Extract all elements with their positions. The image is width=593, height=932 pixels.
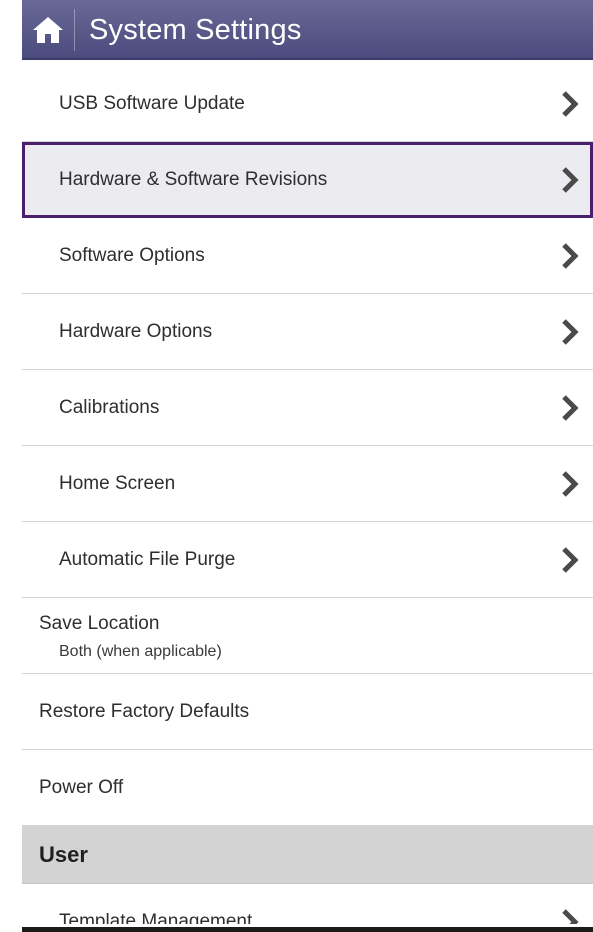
menu-item-label: Home Screen bbox=[59, 473, 176, 494]
save-location-value: Both (when applicable) bbox=[59, 643, 222, 660]
title-divider bbox=[74, 9, 75, 51]
menu-item-label: Hardware & Software Revisions bbox=[59, 169, 328, 190]
menu-item-home-screen[interactable]: Home Screen bbox=[22, 446, 593, 522]
menu-item-label: Hardware Options bbox=[59, 321, 213, 342]
chevron-right-icon bbox=[562, 394, 579, 421]
menu-item-restore-factory-defaults[interactable]: Restore Factory Defaults bbox=[22, 674, 593, 750]
bottom-edge-bar bbox=[22, 927, 593, 932]
menu-item-label: Calibrations bbox=[59, 397, 160, 418]
system-settings-screen: System Settings USB Software Update Hard… bbox=[0, 0, 593, 932]
page-title: System Settings bbox=[89, 13, 302, 46]
menu-item-software-options[interactable]: Software Options bbox=[22, 218, 593, 294]
save-location-label: Save Location bbox=[39, 613, 160, 634]
chevron-right-icon bbox=[562, 470, 579, 497]
menu-item-calibrations[interactable]: Calibrations bbox=[22, 370, 593, 446]
chevron-right-icon bbox=[562, 546, 579, 573]
menu-item-template-management[interactable]: Template Management bbox=[22, 884, 593, 924]
menu-item-label: Software Options bbox=[59, 245, 205, 266]
section-header-user: User bbox=[22, 826, 593, 884]
menu-item-label: Template Management bbox=[59, 911, 253, 924]
menu-item-label: Automatic File Purge bbox=[59, 549, 236, 570]
chevron-right-icon bbox=[562, 318, 579, 345]
section-header-label: User bbox=[39, 842, 88, 867]
menu-item-hardware-options[interactable]: Hardware Options bbox=[22, 294, 593, 370]
menu-item-label: USB Software Update bbox=[59, 93, 245, 114]
menu-item-label: Restore Factory Defaults bbox=[39, 701, 250, 722]
home-button[interactable] bbox=[22, 0, 74, 60]
menu-item-automatic-file-purge[interactable]: Automatic File Purge bbox=[22, 522, 593, 598]
title-bar: System Settings bbox=[22, 0, 593, 60]
chevron-right-icon bbox=[562, 90, 579, 117]
settings-list: USB Software Update Hardware & Software … bbox=[22, 66, 593, 924]
menu-item-hardware-software-revisions[interactable]: Hardware & Software Revisions bbox=[22, 142, 593, 218]
chevron-right-icon bbox=[562, 166, 579, 193]
menu-item-power-off[interactable]: Power Off bbox=[22, 750, 593, 826]
chevron-right-icon bbox=[562, 909, 579, 924]
menu-item-save-location[interactable]: Save Location Both (when applicable) bbox=[22, 598, 593, 674]
menu-item-label: Power Off bbox=[39, 777, 124, 798]
menu-item-usb-software-update[interactable]: USB Software Update bbox=[22, 66, 593, 142]
chevron-right-icon bbox=[562, 242, 579, 269]
home-icon bbox=[33, 17, 63, 43]
